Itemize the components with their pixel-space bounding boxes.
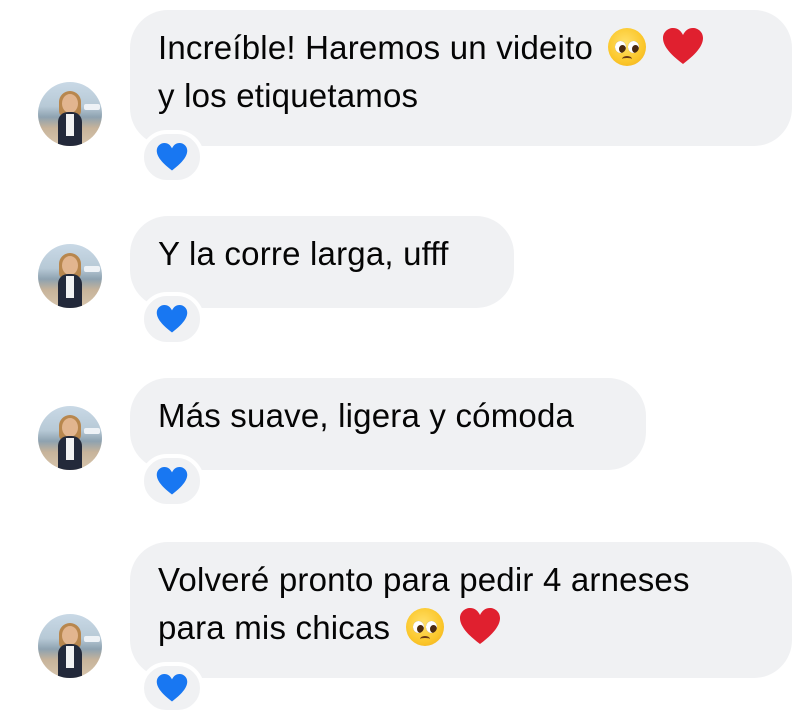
message-bubble[interactable]: Más suave, ligera y cómoda bbox=[130, 378, 646, 470]
reaction-badge[interactable] bbox=[140, 292, 204, 346]
message-bubble[interactable]: Volveré pronto para pedir 4 arneses para… bbox=[130, 542, 792, 678]
reaction-badge[interactable] bbox=[140, 454, 204, 508]
blue-heart-icon bbox=[156, 673, 188, 701]
avatar[interactable] bbox=[38, 406, 102, 470]
pleading-face-icon bbox=[405, 608, 444, 647]
red-heart-icon bbox=[460, 608, 500, 645]
message-text: Y la corre larga, ufff bbox=[158, 235, 449, 272]
message-text: y los etiquetamos bbox=[158, 77, 419, 114]
avatar[interactable] bbox=[38, 82, 102, 146]
avatar[interactable] bbox=[38, 244, 102, 308]
message-text: Más suave, ligera y cómoda bbox=[158, 397, 575, 434]
blue-heart-icon bbox=[156, 142, 188, 170]
message-text: Increíble! Haremos un videito bbox=[158, 29, 594, 66]
message-thread: Increíble! Haremos un videito y los etiq… bbox=[0, 0, 800, 714]
red-heart-icon bbox=[662, 28, 703, 65]
avatar[interactable] bbox=[38, 614, 102, 678]
pleading-face-icon bbox=[608, 28, 647, 67]
message-text: Volveré pronto para pedir 4 arneses bbox=[158, 561, 690, 598]
message-text: para mis chicas bbox=[158, 609, 391, 646]
message-bubble[interactable]: Increíble! Haremos un videito y los etiq… bbox=[130, 10, 792, 146]
blue-heart-icon bbox=[156, 466, 188, 494]
reaction-badge[interactable] bbox=[140, 130, 204, 184]
blue-heart-icon bbox=[156, 304, 188, 332]
reaction-badge[interactable] bbox=[140, 662, 204, 714]
